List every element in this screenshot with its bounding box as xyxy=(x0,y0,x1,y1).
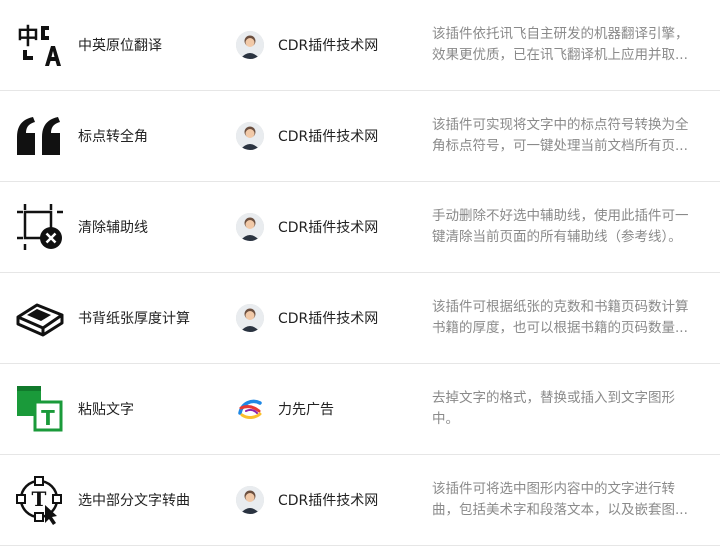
plugin-name[interactable]: 书背纸张厚度计算 xyxy=(78,308,190,328)
brand-logo-avatar xyxy=(236,395,264,423)
list-item[interactable]: T 选中部分文字转曲 CDR插件技术网 该插件可将选中图形内容中的文字进行转曲，… xyxy=(0,455,720,546)
plugin-name[interactable]: 标点转全角 xyxy=(78,126,148,146)
author-name: CDR插件技术网 xyxy=(278,220,379,236)
plugin-description: 该插件依托讯飞自主研发的机器翻译引擎，效果更优质，已在讯飞翻译机上应用并取... xyxy=(432,26,689,63)
list-item[interactable]: 标点转全角 CDR插件技术网 该插件可实现将文字中的标点符号转换为全角标点符号，… xyxy=(0,91,720,182)
svg-text:中: 中 xyxy=(17,25,39,50)
author-name: CDR插件技术网 xyxy=(278,129,379,145)
list-item[interactable]: 清除辅助线 CDR插件技术网 手动删除不好选中辅助线，使用此插件可一键清除当前页… xyxy=(0,182,720,273)
plugin-list: 中 中英原位翻译 CDR插件技术网 该插件依托讯飞自主研发的机器翻译引擎，效果更… xyxy=(0,0,720,546)
author[interactable]: CDR插件技术网 xyxy=(236,213,378,241)
quote-icon xyxy=(14,110,66,162)
author[interactable]: CDR插件技术网 xyxy=(236,122,378,150)
list-item[interactable]: 书背纸张厚度计算 CDR插件技术网 该插件可根据纸张的克数和书籍页码数计算书籍的… xyxy=(0,273,720,364)
translate-icon: 中 xyxy=(14,19,66,71)
author-name: CDR插件技术网 xyxy=(278,38,379,54)
svg-text:T: T xyxy=(32,487,47,511)
author[interactable]: CDR插件技术网 xyxy=(236,304,378,332)
author-name: 力先广告 xyxy=(278,402,334,418)
avatar xyxy=(236,486,264,514)
avatar xyxy=(236,31,264,59)
author[interactable]: CDR插件技术网 xyxy=(236,486,378,514)
plugin-description: 该插件可实现将文字中的标点符号转换为全角标点符号，可一键处理当前文档所有页... xyxy=(432,117,689,154)
author[interactable]: 力先广告 xyxy=(236,395,334,423)
paste-text-icon: T xyxy=(14,383,66,435)
plugin-name[interactable]: 粘贴文字 xyxy=(78,399,134,419)
avatar xyxy=(236,213,264,241)
author-name: CDR插件技术网 xyxy=(278,311,379,327)
book-icon xyxy=(14,292,66,344)
plugin-name[interactable]: 中英原位翻译 xyxy=(78,35,162,55)
plugin-description: 手动删除不好选中辅助线，使用此插件可一键清除当前页面的所有辅助线（参考线）。 xyxy=(432,208,689,245)
avatar xyxy=(236,304,264,332)
clear-guides-icon xyxy=(14,201,66,253)
plugin-description: 该插件可根据纸张的克数和书籍页码数计算书籍的厚度，也可以根据书籍的页码数量... xyxy=(432,299,689,336)
svg-text:T: T xyxy=(41,406,55,430)
list-item[interactable]: 中 中英原位翻译 CDR插件技术网 该插件依托讯飞自主研发的机器翻译引擎，效果更… xyxy=(0,0,720,91)
text-to-curve-icon: T xyxy=(14,474,66,526)
avatar xyxy=(236,122,264,150)
plugin-name[interactable]: 清除辅助线 xyxy=(78,217,148,237)
author[interactable]: CDR插件技术网 xyxy=(236,31,378,59)
author-name: CDR插件技术网 xyxy=(278,493,379,509)
plugin-description: 去掉文字的格式，替换或插入到文字图形中。 xyxy=(432,390,675,427)
list-item[interactable]: T 粘贴文字 力先广告 去掉文字的格式，替换或插入到文字图形中。 xyxy=(0,364,720,455)
plugin-description: 该插件可将选中图形内容中的文字进行转曲，包括美术字和段落文本，以及嵌套图... xyxy=(432,481,688,518)
plugin-name[interactable]: 选中部分文字转曲 xyxy=(78,490,190,510)
